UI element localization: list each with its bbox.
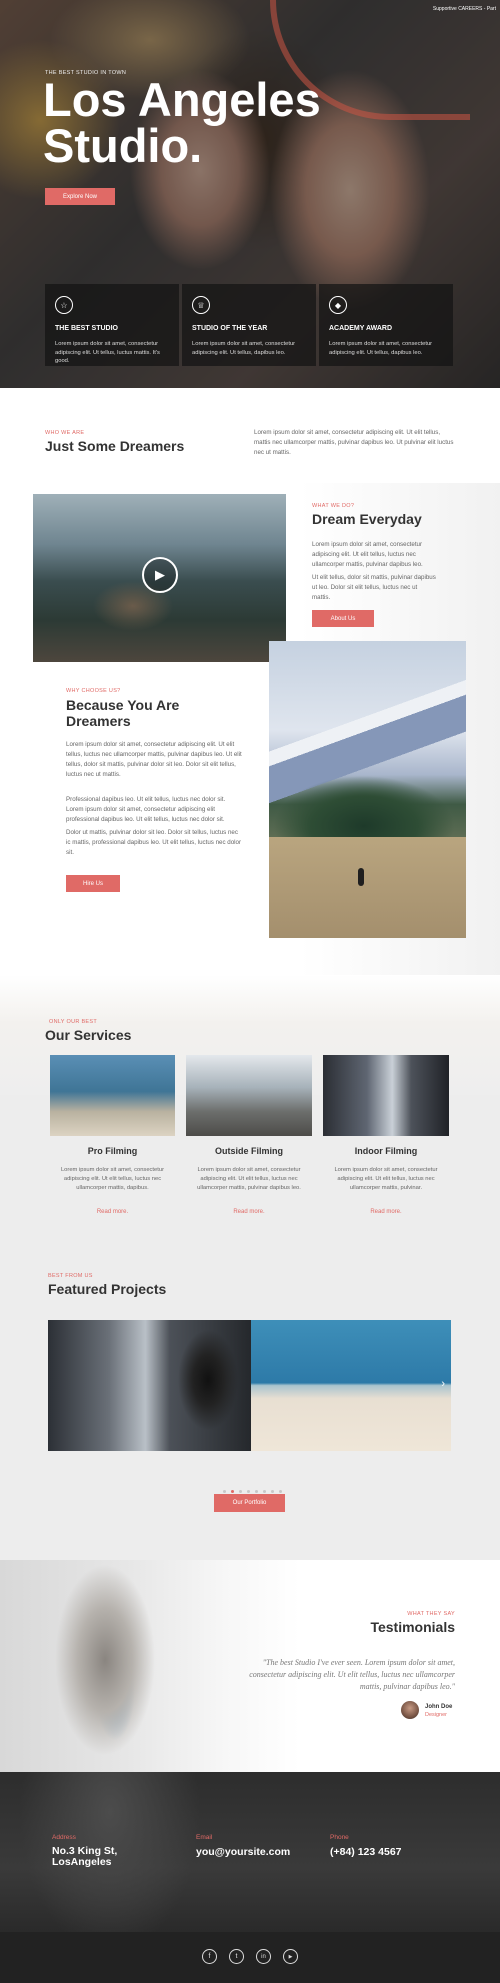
address-line2: LosAngeles: [52, 1856, 112, 1868]
email-label: Email: [196, 1834, 213, 1841]
hero-section: Supportive CAREERS - Part THE BEST STUDI…: [0, 0, 500, 388]
because-title-line1: Because You Are: [66, 697, 180, 713]
projects-title: Featured Projects: [48, 1281, 167, 1297]
next-arrow-icon[interactable]: ›: [441, 1378, 445, 1390]
services-title: Our Services: [45, 1027, 132, 1043]
feature-text: Lorem ipsum dolor sit amet, consectetur …: [55, 341, 160, 364]
dream-video-thumbnail[interactable]: ▶: [33, 494, 286, 662]
feature-text: Lorem ipsum dolor sit amet, consectetur …: [192, 341, 296, 356]
read-more-link[interactable]: Read more.: [50, 1209, 175, 1215]
feature-title: STUDIO OF THE YEAR: [192, 325, 268, 332]
feature-card: ☆ THE BEST STUDIO Lorem ipsum dolor sit …: [45, 284, 179, 366]
testimonials-title: Testimonials: [370, 1619, 455, 1635]
testimonials-kicker: WHAT THEY SAY: [407, 1611, 455, 1617]
dream-kicker: WHAT WE DO?: [312, 503, 355, 509]
dream-paragraph-2: Ut elit tellus, dolor sit mattis, pulvin…: [312, 574, 436, 601]
because-paragraph-2: Professional dapibus leo. Ut elit tellus…: [66, 796, 226, 823]
read-more-link[interactable]: Read more.: [323, 1209, 449, 1215]
star-icon: ☆: [55, 296, 73, 314]
hire-us-button[interactable]: Hire Us: [66, 875, 120, 892]
topbar-text: Supportive CAREERS - Part: [432, 6, 496, 12]
intro-kicker: WHO WE ARE: [45, 430, 85, 436]
because-paragraph-3: Dolor ut mattis, pulvinar dolor sit leo.…: [66, 829, 242, 856]
mountain-image: [269, 641, 466, 938]
explore-now-button[interactable]: Explore Now: [45, 188, 115, 205]
phone-value[interactable]: (+84) 123 4567: [330, 1846, 402, 1858]
facebook-icon[interactable]: f: [202, 1949, 217, 1964]
our-portfolio-button[interactable]: Our Portfolio: [214, 1494, 285, 1512]
testimonial-name: John Doe: [425, 1704, 453, 1710]
person-figure: [358, 868, 364, 886]
service-text: Lorem ipsum dolor sit amet, consectetur …: [334, 1167, 438, 1191]
play-icon[interactable]: ▶: [142, 557, 178, 593]
service-text: Lorem ipsum dolor sit amet, consectetur …: [197, 1167, 301, 1191]
testimonial-quote: "The best Studio I've ever seen. Lorem i…: [249, 1658, 455, 1691]
phone-label: Phone: [330, 1834, 349, 1841]
about-us-button[interactable]: About Us: [312, 610, 374, 627]
project-slide[interactable]: [48, 1320, 251, 1451]
email-value[interactable]: you@yoursite.com: [196, 1846, 290, 1858]
feature-title: THE BEST STUDIO: [55, 325, 119, 332]
trophy-icon: ♕: [192, 296, 210, 314]
services-kicker: ONLY OUR BEST: [49, 1019, 98, 1025]
hero-title-line1: Los Angeles: [43, 73, 321, 126]
project-slide[interactable]: ›: [251, 1320, 451, 1451]
read-more-link[interactable]: Read more.: [186, 1209, 312, 1215]
testimonial-role: Designer: [425, 1712, 448, 1718]
feature-card: ♕ STUDIO OF THE YEAR Lorem ipsum dolor s…: [182, 284, 316, 366]
service-title: Outside Filming: [214, 1146, 283, 1156]
service-title: Pro Filming: [87, 1146, 138, 1156]
feature-text: Lorem ipsum dolor sit amet, consectetur …: [329, 341, 433, 356]
because-paragraph-1: Lorem ipsum dolor sit amet, consectetur …: [66, 741, 242, 778]
service-image-pro-filming: [50, 1055, 175, 1136]
dream-title: Dream Everyday: [312, 511, 422, 527]
dream-paragraph-1: Lorem ipsum dolor sit amet, consectetur …: [312, 541, 423, 568]
service-image-outside-filming: [186, 1055, 312, 1136]
service-image-indoor-filming: [323, 1055, 449, 1136]
avatar: [401, 1701, 419, 1719]
projects-kicker: BEST FROM US: [48, 1273, 93, 1279]
graduation-cap-icon: ◆: [329, 296, 347, 314]
service-text: Lorem ipsum dolor sit amet, consectetur …: [60, 1167, 165, 1191]
feature-card: ◆ ACADEMY AWARD Lorem ipsum dolor sit am…: [319, 284, 453, 366]
hero-title-line2: Studio.: [43, 119, 203, 172]
youtube-icon[interactable]: ▶: [283, 1949, 298, 1964]
because-kicker: WHY CHOOSE US?: [66, 688, 121, 694]
service-title: Indoor Filming: [354, 1146, 418, 1156]
twitter-icon[interactable]: t: [229, 1949, 244, 1964]
linkedin-icon[interactable]: in: [256, 1949, 271, 1964]
footer-bar: [0, 1932, 500, 1983]
address-label: Address: [52, 1834, 76, 1841]
feature-title: ACADEMY AWARD: [329, 325, 393, 332]
because-title-line2: Dreamers: [66, 713, 131, 729]
intro-text: Lorem ipsum dolor sit amet, consectetur …: [254, 429, 454, 456]
intro-title: Just Some Dreamers: [45, 438, 185, 454]
